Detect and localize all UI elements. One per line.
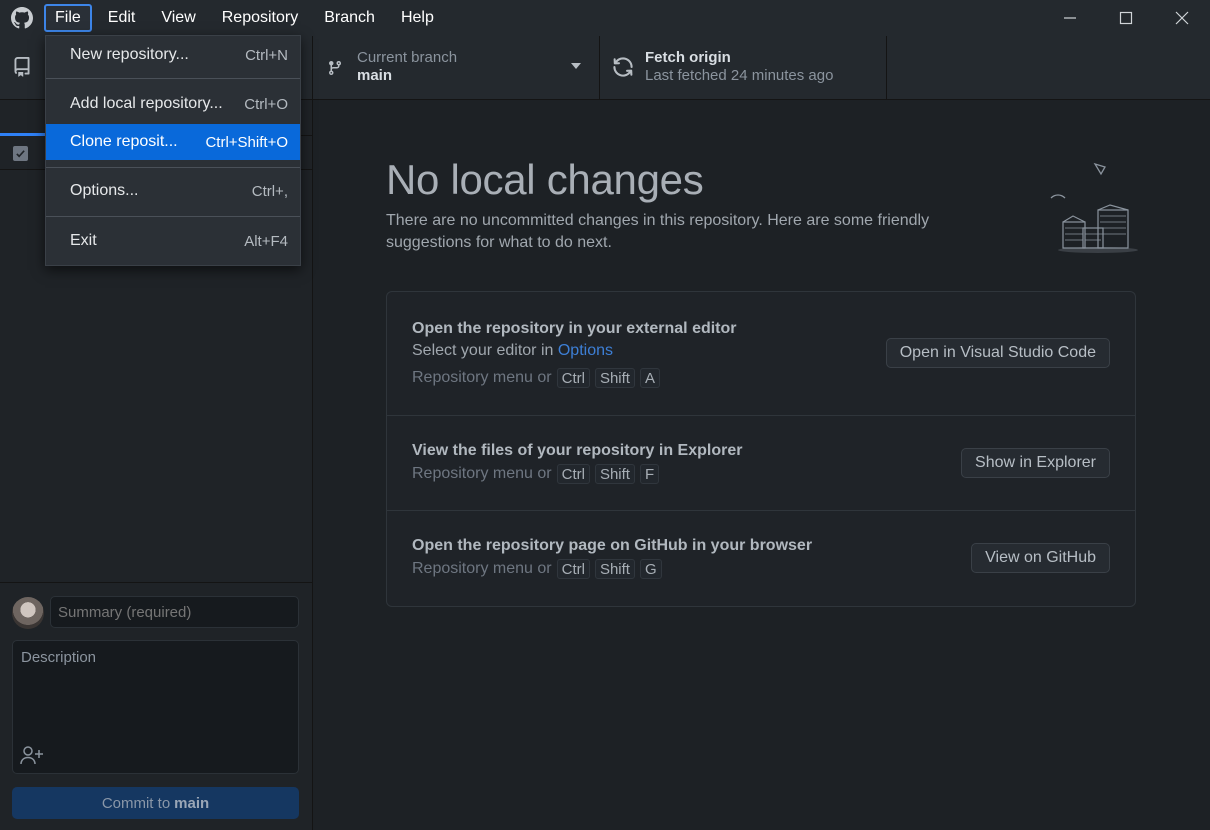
- close-button[interactable]: [1154, 0, 1210, 36]
- menu-item-label: Add local repository...: [70, 95, 223, 112]
- kbd-ctrl: Ctrl: [556, 464, 590, 484]
- menu-item-label: New repository...: [70, 46, 189, 63]
- menu-item-clone-repository[interactable]: Clone reposit... Ctrl+Shift+O: [46, 124, 300, 160]
- git-branch-icon: [329, 60, 341, 76]
- page-title: No local changes: [386, 156, 704, 203]
- suggestion-view-github: Open the repository page on GitHub in yo…: [387, 511, 1135, 606]
- menu-item-options[interactable]: Options... Ctrl+,: [46, 174, 300, 208]
- kbd-shift: Shift: [594, 368, 635, 388]
- fetch-origin-button[interactable]: Fetch origin Last fetched 24 minutes ago: [600, 36, 887, 100]
- github-logo-icon: [0, 0, 44, 36]
- kbd-a: A: [639, 368, 660, 388]
- minimize-button[interactable]: [1042, 0, 1098, 36]
- suggestion-title: Open the repository page on GitHub in yo…: [412, 537, 813, 554]
- suggestion-subtitle-text: Select your editor in: [412, 342, 554, 359]
- menu-item-exit[interactable]: Exit Alt+F4: [46, 224, 300, 258]
- suggestion-title: Open the repository in your external edi…: [412, 320, 737, 337]
- open-in-editor-button[interactable]: Open in Visual Studio Code: [885, 338, 1110, 368]
- menu-item-label: Exit: [70, 232, 97, 249]
- current-branch-value: main: [357, 67, 393, 84]
- suggestion-title: View the files of your repository in Exp…: [412, 442, 743, 459]
- menu-file[interactable]: File: [44, 4, 92, 32]
- select-all-checkbox[interactable]: [13, 146, 28, 161]
- file-menu-dropdown: New repository... Ctrl+N Add local repos…: [45, 35, 301, 266]
- menu-item-shortcut: Ctrl+N: [245, 46, 288, 64]
- suggestions-card: Open the repository in your external edi…: [386, 291, 1136, 607]
- view-on-github-button[interactable]: View on GitHub: [971, 543, 1110, 573]
- suggestion-show-explorer: View the files of your repository in Exp…: [387, 416, 1135, 511]
- menu-view[interactable]: View: [151, 4, 205, 32]
- commit-button[interactable]: Commit to main: [12, 787, 299, 819]
- menu-item-label: Clone reposit...: [70, 133, 178, 150]
- kbd-shift: Shift: [594, 559, 635, 579]
- page-subtitle: There are no uncommitted changes in this…: [386, 212, 930, 251]
- menu-branch[interactable]: Branch: [314, 4, 385, 32]
- menu-separator: [46, 78, 300, 79]
- shortcut-hint: Repository menu or Ctrl Shift A: [412, 368, 660, 388]
- minimize-icon: [1064, 17, 1076, 19]
- suggestion-open-editor: Open the repository in your external edi…: [387, 292, 1135, 416]
- maximize-button[interactable]: [1098, 0, 1154, 36]
- shortcut-hint-text: Repository menu or: [412, 369, 552, 386]
- add-coauthor-icon[interactable]: [20, 745, 44, 765]
- menu-help[interactable]: Help: [391, 4, 444, 32]
- current-branch-label: Current branch: [357, 49, 458, 66]
- kbd-f: F: [639, 464, 660, 484]
- summary-input[interactable]: [50, 596, 299, 628]
- close-icon: [1175, 11, 1189, 25]
- shortcut-hint: Repository menu or Ctrl Shift G: [412, 559, 662, 579]
- suggestion-subtitle: Select your editor in Options: [412, 342, 613, 360]
- description-field[interactable]: Description: [12, 640, 299, 774]
- description-placeholder: Description: [21, 649, 97, 666]
- kbd-ctrl: Ctrl: [556, 559, 590, 579]
- commit-area: Description Commit tomain: [0, 582, 312, 830]
- options-link[interactable]: Options: [558, 342, 613, 359]
- maximize-icon: [1119, 11, 1133, 25]
- menu-item-shortcut: Ctrl+O: [244, 95, 288, 113]
- menu-item-shortcut: Ctrl+,: [251, 182, 288, 200]
- menu-item-label: Options...: [70, 182, 139, 199]
- menu-separator: [46, 167, 300, 168]
- commit-button-prefix: Commit to: [101, 794, 171, 812]
- menu-separator: [46, 216, 300, 217]
- menu-edit[interactable]: Edit: [98, 4, 146, 32]
- kbd-shift: Shift: [594, 464, 635, 484]
- main-content: No local changes There are no uncommitte…: [313, 100, 1210, 830]
- shortcut-hint-text: Repository menu or: [412, 560, 552, 577]
- menu-item-shortcut: Alt+F4: [244, 232, 288, 250]
- avatar: [12, 597, 44, 629]
- menu-item-new-repository[interactable]: New repository... Ctrl+N: [46, 38, 300, 72]
- menu-item-shortcut: Ctrl+Shift+O: [205, 133, 288, 151]
- last-fetched-text: Last fetched 24 minutes ago: [645, 67, 834, 84]
- title-bar: File Edit View Repository Branch Help: [0, 0, 1210, 36]
- checkmark-icon: [16, 150, 25, 158]
- empty-state-illustration: [1050, 162, 1138, 253]
- chevron-down-icon: [571, 63, 581, 69]
- fetch-origin-label: Fetch origin: [645, 49, 731, 66]
- window-controls: [1042, 0, 1210, 36]
- kbd-ctrl: Ctrl: [556, 368, 590, 388]
- repo-icon: [14, 57, 30, 77]
- show-in-explorer-button[interactable]: Show in Explorer: [961, 448, 1110, 478]
- current-branch-button[interactable]: Current branch main: [313, 36, 600, 100]
- sync-icon: [613, 57, 633, 77]
- kbd-g: G: [639, 559, 662, 579]
- shortcut-hint: Repository menu or Ctrl Shift F: [412, 464, 660, 484]
- shortcut-hint-text: Repository menu or: [412, 465, 552, 482]
- commit-button-branch: main: [174, 794, 210, 812]
- menu-item-add-local-repository[interactable]: Add local repository... Ctrl+O: [46, 87, 300, 121]
- menu-repository[interactable]: Repository: [212, 4, 308, 32]
